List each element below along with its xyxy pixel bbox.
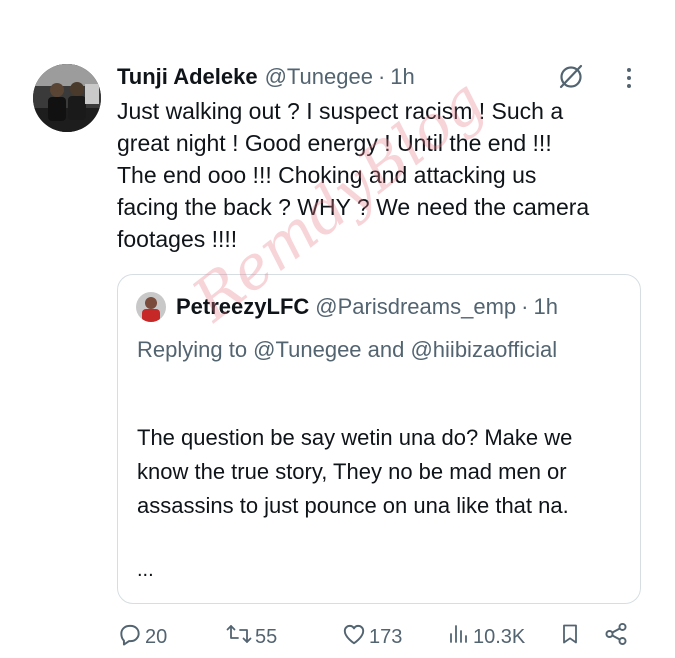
show-more-ellipsis[interactable]: ... <box>137 559 154 582</box>
more-options-icon[interactable] <box>624 66 634 90</box>
quoted-tweet-header: PetreezyLFC @Parisdreams_emp · 1h <box>136 291 558 323</box>
analytics-icon <box>447 621 473 653</box>
header-separator: · <box>377 64 386 89</box>
tweet-timestamp[interactable]: 1h <box>390 64 414 90</box>
quoted-author-display-name[interactable]: PetreezyLFC <box>176 294 309 320</box>
replying-to-text[interactable]: Replying to @Tunegee and @hiibizaofficia… <box>137 333 607 366</box>
views-button[interactable]: 10.3K <box>447 622 525 652</box>
quoted-tweet-text: The question be say wetin una do? Make w… <box>137 425 573 518</box>
tweet-header: Tunji Adeleke @Tunegee · 1h <box>117 60 415 94</box>
quoted-author-handle[interactable]: @Parisdreams_emp <box>315 294 516 320</box>
repost-button[interactable]: 55 <box>225 622 277 652</box>
author-handle[interactable]: @Tunegee <box>265 64 373 90</box>
view-count: 10.3K <box>473 625 526 648</box>
like-button[interactable]: 173 <box>341 622 402 652</box>
tweet-card[interactable]: Tunji Adeleke @Tunegee · 1h Just walking… <box>0 0 675 658</box>
reply-button[interactable]: 20 <box>117 622 167 652</box>
bookmark-button[interactable] <box>558 622 584 652</box>
tweet-text: Just walking out ? I suspect racism ! Su… <box>117 98 590 252</box>
repost-icon <box>225 621 255 653</box>
quoted-author-avatar[interactable] <box>136 292 166 322</box>
grok-icon[interactable] <box>556 62 586 92</box>
tweet-actions-bar: 20 55 173 10.3K <box>117 622 637 652</box>
reply-icon <box>117 621 145 653</box>
reply-count: 20 <box>145 625 168 648</box>
repost-count: 55 <box>255 625 278 648</box>
quoted-tweet-timestamp[interactable]: 1h <box>533 294 557 320</box>
heart-icon <box>341 621 369 653</box>
like-count: 173 <box>369 625 403 648</box>
bookmark-icon <box>558 621 584 653</box>
share-button[interactable] <box>603 622 631 652</box>
quoted-header-separator: · <box>521 294 529 319</box>
author-avatar[interactable] <box>33 64 101 132</box>
quoted-tweet[interactable]: PetreezyLFC @Parisdreams_emp · 1h Replyi… <box>117 274 641 604</box>
author-display-name[interactable]: Tunji Adeleke <box>117 64 258 90</box>
share-icon <box>603 621 631 653</box>
